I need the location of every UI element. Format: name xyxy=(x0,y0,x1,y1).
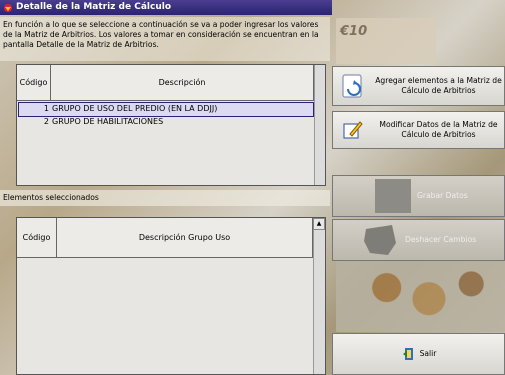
column-header-code[interactable]: Código xyxy=(17,65,51,100)
selected-grid-scrollbar[interactable] xyxy=(313,218,325,374)
save-data-button[interactable]: Grabar Datos xyxy=(332,175,505,217)
undo-icon xyxy=(361,222,401,258)
elements-grid-header: Código Descripción xyxy=(17,65,314,101)
row-description: GRUPO DE HABILITACIONES xyxy=(52,117,164,126)
intro-text: En función a lo que se seleccione a cont… xyxy=(0,17,330,61)
selected-elements-grid[interactable]: Código Descripción Grupo Uso ▲ xyxy=(16,217,326,375)
add-elements-button[interactable]: Agregar elementos a la Matriz de Cálculo… xyxy=(332,66,505,106)
modify-data-label: Modificar Datos de la Matriz de Cálculo … xyxy=(379,120,498,139)
exit-label: Salir xyxy=(419,349,437,358)
selected-elements-label: Elementos seleccionados xyxy=(0,190,330,206)
modify-data-button[interactable]: Modificar Datos de la Matriz de Cálculo … xyxy=(332,111,505,149)
save-icon xyxy=(373,178,413,214)
column-header-group-description[interactable]: Descripción Grupo Uso xyxy=(57,218,313,257)
window-titlebar: Detalle de la Matriz de Cálculo xyxy=(0,0,332,15)
add-document-icon xyxy=(337,72,369,100)
table-row[interactable]: 2 GRUPO DE HABILITACIONES xyxy=(19,116,313,129)
window-title: Detalle de la Matriz de Cálculo xyxy=(16,2,172,12)
save-data-label: Grabar Datos xyxy=(417,191,468,200)
background-banknote-text: €10 xyxy=(340,24,368,39)
elements-grid[interactable]: Código Descripción 1 GRUPO DE USO DEL PR… xyxy=(16,64,326,186)
row-code: 2 xyxy=(43,117,49,126)
undo-changes-button[interactable]: Deshacer Cambios xyxy=(332,219,505,261)
edit-icon xyxy=(337,116,369,144)
scroll-up-icon[interactable]: ▲ xyxy=(313,218,325,230)
row-description: GRUPO DE USO DEL PREDIO (EN LA DDJJ) xyxy=(52,104,218,113)
elements-grid-scrollbar[interactable] xyxy=(314,65,325,185)
row-code: 1 xyxy=(43,104,49,113)
table-row[interactable]: 1 GRUPO DE USO DEL PREDIO (EN LA DDJJ) xyxy=(18,102,314,117)
app-icon xyxy=(3,3,13,13)
background-coins xyxy=(336,258,505,332)
exit-button[interactable]: Salir xyxy=(332,333,505,375)
add-elements-label: Agregar elementos a la Matriz de Cálculo… xyxy=(375,76,502,95)
undo-changes-label: Deshacer Cambios xyxy=(405,235,477,244)
selected-grid-header: Código Descripción Grupo Uso xyxy=(17,218,313,258)
column-header-code[interactable]: Código xyxy=(17,218,57,257)
exit-door-icon xyxy=(401,346,417,362)
column-header-description[interactable]: Descripción xyxy=(51,65,314,100)
